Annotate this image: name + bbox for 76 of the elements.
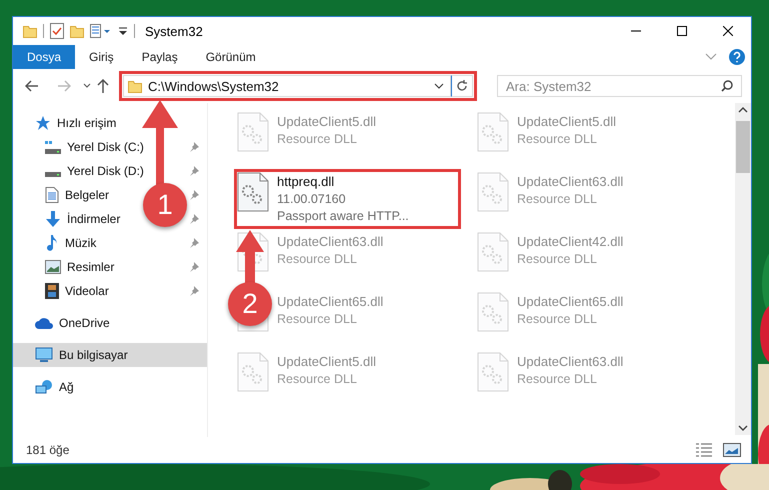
computer-icon <box>35 347 53 363</box>
file-name[interactable]: httpreq.dll <box>277 174 409 189</box>
pin-icon[interactable] <box>189 214 199 224</box>
pin-icon[interactable] <box>189 262 199 272</box>
sidebar-item[interactable]: Belgeler <box>65 188 110 202</box>
pin-icon[interactable] <box>189 286 199 296</box>
window-title: System32 <box>145 24 203 38</box>
file-gears-icon <box>237 112 269 152</box>
file-gears-icon <box>477 352 509 392</box>
refresh-icon[interactable] <box>456 80 468 92</box>
file-detail: Resource DLL <box>277 372 358 386</box>
sidebar-item[interactable]: Ağ <box>59 380 74 394</box>
file-detail: Resource DLL <box>277 252 358 266</box>
document-icon <box>45 187 59 203</box>
checklist-icon[interactable] <box>50 23 64 39</box>
sidebar-item[interactable]: İndirmeler <box>67 212 120 226</box>
ribbon-tab[interactable]: Giriş <box>75 45 128 69</box>
sidebar-item[interactable]: Bu bilgisayar <box>59 348 128 362</box>
selection-highlight[interactable]: Bu bilgisayar <box>13 343 207 367</box>
sidebar-item[interactable]: Hızlı erişim <box>57 116 116 130</box>
file-detail: Resource DLL <box>517 252 598 266</box>
file-gears-icon <box>237 172 269 212</box>
download-icon <box>45 211 61 227</box>
picture-icon <box>45 260 61 274</box>
sidebar-item[interactable]: OneDrive <box>59 316 110 330</box>
pin-icon[interactable] <box>189 166 199 176</box>
close-icon[interactable] <box>723 26 733 36</box>
file-detail: Resource DLL <box>517 132 598 146</box>
file-detail: Resource DLL <box>517 312 598 326</box>
search-icon[interactable] <box>721 80 733 92</box>
sidebar-item[interactable]: Yerel Disk (D:) <box>67 164 144 178</box>
file-detail: Resource DLL <box>277 312 358 326</box>
details-view-icon[interactable] <box>695 443 713 457</box>
file-gears-icon <box>477 232 509 272</box>
pin-icon[interactable] <box>189 142 199 152</box>
tiles-view-icon[interactable] <box>723 443 741 457</box>
film-icon <box>45 283 59 299</box>
cloud-icon <box>35 317 53 329</box>
file-detail: Passport aware HTTP... <box>277 209 409 223</box>
file-gears-icon <box>477 172 509 212</box>
maximize-icon[interactable] <box>677 26 687 36</box>
item-count: 181 öğe <box>26 443 70 457</box>
chevron-down-icon[interactable] <box>83 83 91 89</box>
ribbon-tab[interactable]: Paylaş <box>128 45 192 69</box>
scrollbar[interactable] <box>735 103 751 435</box>
folder-icon <box>128 80 142 92</box>
minimize-icon[interactable] <box>631 30 641 32</box>
drive-icon <box>45 172 61 176</box>
sidebar-item[interactable]: Müzik <box>65 236 96 250</box>
sidebar-item[interactable]: Videolar <box>65 284 109 298</box>
network-icon <box>35 379 53 395</box>
help-icon[interactable] <box>729 49 745 65</box>
file-gears-icon <box>477 112 509 152</box>
file-gears-icon <box>477 292 509 332</box>
address-field[interactable]: C:\Windows\System32 <box>123 75 451 97</box>
file-gears-icon <box>237 352 269 392</box>
dropdown-icon[interactable] <box>118 26 128 36</box>
refresh-button[interactable] <box>451 75 473 97</box>
file-detail: Resource DLL <box>517 372 598 386</box>
file-detail: Resource DLL <box>517 192 598 206</box>
music-note-icon <box>45 235 59 251</box>
pin-icon[interactable] <box>189 190 199 200</box>
drive-icon <box>45 140 61 154</box>
star-icon <box>35 115 51 131</box>
properties-icon[interactable] <box>90 24 112 38</box>
ribbon-tab[interactable]: Dosya <box>13 45 76 69</box>
ribbon-tab[interactable]: Görünüm <box>192 45 270 69</box>
file-detail: Resource DLL <box>277 132 358 146</box>
sidebar-item[interactable]: Resimler <box>67 260 114 274</box>
file-detail: 11.00.07160 <box>277 192 347 206</box>
pin-icon[interactable] <box>189 238 199 248</box>
sidebar-item[interactable]: Yerel Disk (C:) <box>67 140 144 154</box>
search-field[interactable]: Ara: System32 <box>497 75 742 97</box>
chevron-down-icon[interactable] <box>434 83 444 89</box>
up-arrow-icon[interactable] <box>97 79 109 93</box>
back-icon[interactable] <box>25 80 39 92</box>
